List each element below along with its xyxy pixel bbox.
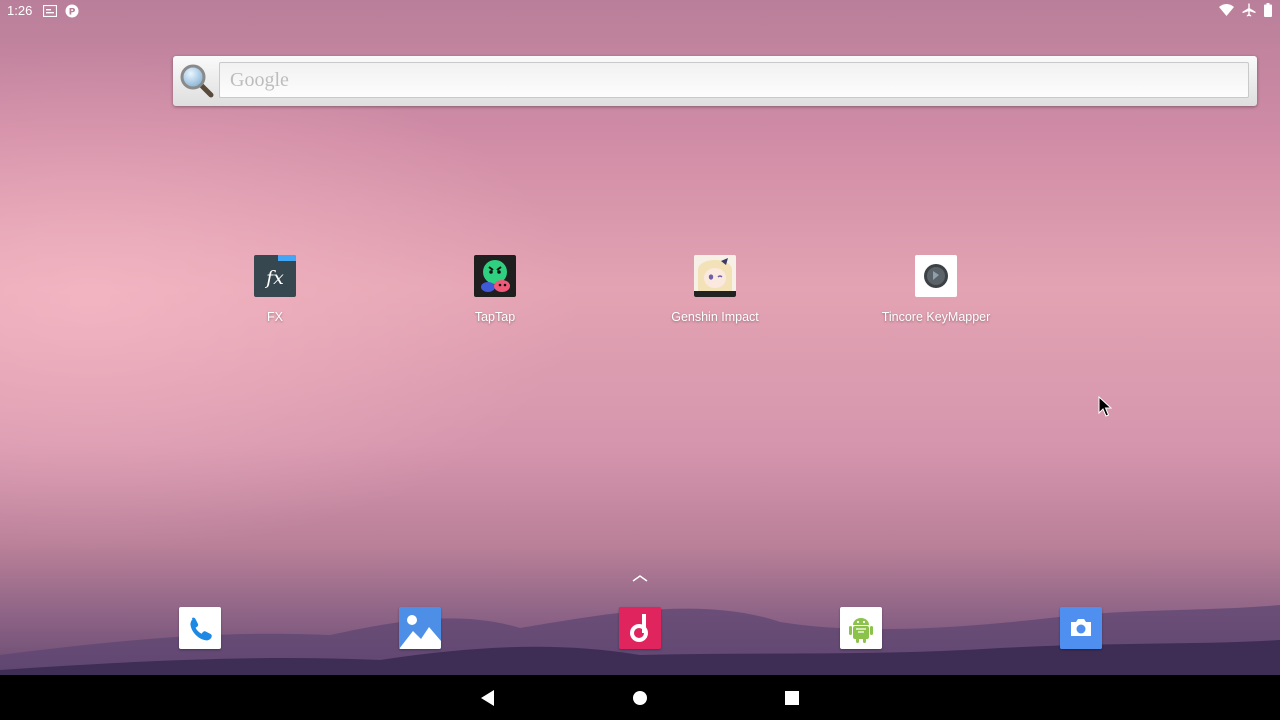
- app-taptap[interactable]: TapTap: [415, 255, 575, 324]
- android-app-icon[interactable]: [840, 607, 882, 649]
- taptap-icon[interactable]: [474, 255, 516, 297]
- airplane-mode-icon: [1242, 3, 1256, 17]
- app-label: TapTap: [474, 310, 516, 324]
- svg-text:P: P: [69, 8, 76, 18]
- gallery-icon[interactable]: [399, 607, 441, 649]
- back-icon[interactable]: [477, 687, 499, 709]
- search-input[interactable]: [219, 62, 1249, 98]
- status-time: 1:26: [7, 3, 33, 18]
- navigation-bar: [0, 675, 1280, 720]
- status-bar: 1:26 P: [0, 0, 1280, 22]
- app-genshin-impact[interactable]: Genshin Impact: [635, 255, 795, 324]
- camera-icon[interactable]: [1060, 607, 1102, 649]
- recents-icon[interactable]: [781, 687, 803, 709]
- app-label: Tincore KeyMapper: [881, 310, 991, 324]
- wifi-icon: [1219, 4, 1234, 16]
- status-left-icons: P: [43, 4, 79, 18]
- notification-card-icon: [43, 5, 57, 17]
- p-circle-icon: P: [65, 4, 79, 18]
- app-fx[interactable]: fx FX: [195, 255, 355, 324]
- music-icon[interactable]: [619, 607, 661, 649]
- battery-icon: [1264, 3, 1272, 17]
- fx-file-manager-icon[interactable]: fx: [254, 255, 296, 297]
- app-drawer-chevron-up-icon[interactable]: [630, 572, 650, 584]
- genshin-impact-icon[interactable]: [694, 255, 736, 297]
- home-icon[interactable]: [629, 687, 651, 709]
- tincore-keymapper-icon[interactable]: [915, 255, 957, 297]
- app-label: Genshin Impact: [671, 310, 759, 324]
- mouse-pointer-icon: [1098, 396, 1112, 417]
- status-right-icons: [1219, 3, 1272, 17]
- app-tincore-keymapper[interactable]: Tincore KeyMapper: [856, 255, 1016, 324]
- phone-icon[interactable]: [179, 607, 221, 649]
- magnifier-icon[interactable]: [179, 63, 215, 99]
- app-label: FX: [267, 310, 283, 324]
- google-search-bar[interactable]: [173, 56, 1257, 106]
